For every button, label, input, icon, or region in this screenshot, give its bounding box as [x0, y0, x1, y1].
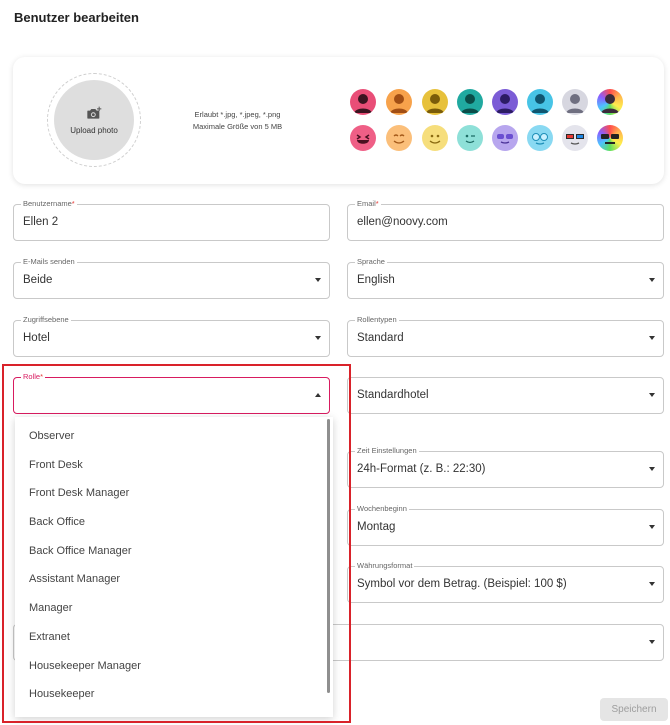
week-start-label: Wochenbeginn [355, 504, 409, 514]
chevron-down-icon [649, 582, 655, 586]
access-level-label: Zugriffsebene [21, 315, 71, 325]
time-settings-select[interactable]: Zeit Einstellungen 24h-Format (z. B.: 22… [347, 446, 664, 488]
language-select[interactable]: Sprache English [347, 257, 664, 299]
week-start-select[interactable]: Wochenbeginn Montag [347, 504, 664, 546]
username-value: Ellen 2 [23, 216, 59, 228]
page-title: Benutzer bearbeiten [14, 10, 139, 25]
chevron-down-icon [649, 393, 655, 397]
role-dropdown-menu: Observer Front Desk Front Desk Manager B… [15, 417, 333, 717]
access-level-value: Hotel [23, 332, 50, 344]
time-settings-value: 24h-Format (z. B.: 22:30) [357, 463, 486, 475]
send-emails-value: Beide [23, 274, 53, 286]
time-settings-label: Zeit Einstellungen [355, 446, 419, 456]
email-field[interactable]: Email* ellen@noovy.com [347, 199, 664, 241]
avatar-cyan[interactable] [527, 89, 553, 115]
chevron-down-icon [315, 278, 321, 282]
week-start-value: Montag [357, 521, 396, 533]
currency-format-label: Währungsformat [355, 561, 415, 571]
email-label: Email* [355, 199, 381, 209]
upload-photo-button[interactable]: Upload photo [54, 80, 134, 160]
chevron-down-icon [315, 336, 321, 340]
username-field[interactable]: Benutzername* Ellen 2 [13, 199, 330, 241]
emoji-sunglasses-cyan-icon[interactable] [527, 125, 553, 151]
emoji-sunglasses-purple-icon[interactable] [492, 125, 518, 151]
emoji-3d-glasses-icon[interactable] [562, 125, 588, 151]
avatar-teal[interactable] [457, 89, 483, 115]
emoji-laughing-icon[interactable] [350, 125, 376, 151]
username-label: Benutzername* [21, 199, 77, 209]
role-option[interactable]: Extranet [15, 623, 333, 652]
language-label: Sprache [355, 257, 387, 267]
role-option[interactable]: Assistant Manager [15, 565, 333, 594]
avatar-purple[interactable] [492, 89, 518, 115]
hotel-value: Standardhotel [357, 389, 429, 401]
save-button[interactable]: Speichern [600, 698, 668, 721]
role-option[interactable]: Observer [15, 422, 333, 451]
emoji-happy-icon[interactable] [422, 125, 448, 151]
role-option[interactable]: Back Office Manager [15, 537, 333, 566]
avatar-yellow[interactable] [422, 89, 448, 115]
role-option[interactable]: Housekeeper Manager [15, 652, 333, 681]
chevron-up-icon [315, 393, 321, 397]
emoji-rainbow-glasses-icon[interactable] [597, 125, 623, 151]
upload-photo-label: Upload photo [70, 125, 118, 135]
avatar-red[interactable] [350, 89, 376, 115]
role-select[interactable]: Rolle* [13, 372, 330, 414]
chevron-down-icon [649, 640, 655, 644]
upload-info: Erlaubt *.jpg, *.jpeg, *.png Maximale Gr… [170, 109, 305, 133]
upload-max-size: Maximale Größe von 5 MB [192, 122, 283, 131]
hotel-select[interactable]: Standardhotel [347, 377, 664, 414]
avatar-orange[interactable] [386, 89, 412, 115]
emoji-smiling-icon[interactable] [386, 125, 412, 151]
role-option[interactable]: Housekeeper [15, 680, 333, 709]
upload-allowed-formats: Erlaubt *.jpg, *.jpeg, *.png [194, 110, 281, 119]
role-option[interactable]: Front Desk Manager [15, 479, 333, 508]
send-emails-label: E-Mails senden [21, 257, 77, 267]
dropdown-scrollbar[interactable] [327, 419, 330, 693]
chevron-down-icon [649, 525, 655, 529]
camera-add-icon [87, 106, 102, 119]
email-value: ellen@noovy.com [357, 216, 448, 228]
role-types-select[interactable]: Rollentypen Standard [347, 315, 664, 357]
send-emails-select[interactable]: E-Mails senden Beide [13, 257, 330, 299]
currency-format-select[interactable]: Währungsformat Symbol vor dem Betrag. (B… [347, 561, 664, 603]
role-types-value: Standard [357, 332, 404, 344]
language-value: English [357, 274, 395, 286]
role-types-label: Rollentypen [355, 315, 399, 325]
role-option[interactable]: Back Office [15, 508, 333, 537]
chevron-down-icon [649, 278, 655, 282]
role-label: Rolle* [21, 372, 46, 382]
avatar-rainbow[interactable] [597, 89, 623, 115]
emoji-wink-icon[interactable] [457, 125, 483, 151]
access-level-select[interactable]: Zugriffsebene Hotel [13, 315, 330, 357]
role-option[interactable]: Front Desk [15, 451, 333, 480]
avatar-grey[interactable] [562, 89, 588, 115]
currency-format-value: Symbol vor dem Betrag. (Beispiel: 100 $) [357, 578, 567, 590]
chevron-down-icon [649, 467, 655, 471]
role-option[interactable]: Manager [15, 594, 333, 623]
chevron-down-icon [649, 336, 655, 340]
